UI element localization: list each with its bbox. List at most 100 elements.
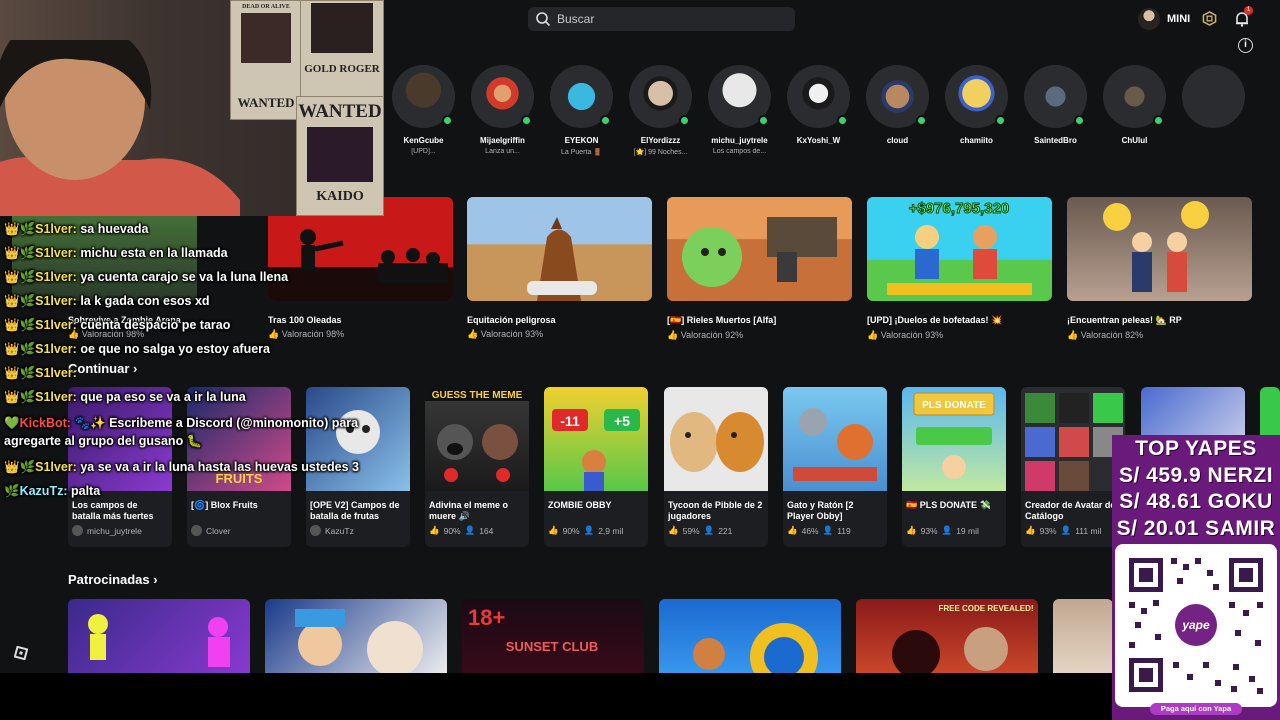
friend-avatar[interactable]: [1182, 65, 1245, 128]
avatar[interactable]: [1138, 8, 1160, 30]
friend-item[interactable]: ElYordizzz [🌟] 99 Noches...: [621, 65, 700, 156]
thumbnail-art: GUESS THE MEME: [425, 387, 529, 482]
friend-item[interactable]: SaintedBro: [1016, 65, 1095, 156]
sponsored-tile[interactable]: 18+ SUNSET CLUB: [462, 599, 644, 679]
game-thumbnail[interactable]: [667, 197, 852, 301]
friend-avatar[interactable]: [629, 65, 692, 128]
thumbs-up-icon: 👍: [667, 330, 679, 340]
qr-code: yape: [1115, 544, 1277, 707]
game-tile[interactable]: [🇪🇸] Rieles Muertos [Alfa] 👍 Valoración …: [667, 197, 852, 341]
online-indicator: [521, 115, 532, 126]
section-title-text: Continuar: [68, 361, 130, 376]
game-tile[interactable]: Equitación peligrosa 👍 Valoración 93%: [467, 197, 652, 340]
info-icon[interactable]: i: [1238, 38, 1253, 53]
chat-username: S1lver:: [35, 460, 77, 474]
game-thumbnail[interactable]: [467, 197, 652, 301]
friend-item[interactable]: KxYoshi_W: [779, 65, 858, 156]
roblox-logo-icon[interactable]: [14, 646, 28, 660]
game-thumbnail[interactable]: [1067, 197, 1252, 301]
thumbs-up-icon: 👍: [268, 329, 280, 339]
sponsored-tile[interactable]: [1053, 599, 1113, 679]
game-thumbnail[interactable]: [1021, 387, 1125, 491]
chat-message: 👑🌿S1lver: sa huevada: [4, 222, 148, 237]
game-thumbnail[interactable]: +$976,795,320: [867, 197, 1052, 301]
game-thumbnail[interactable]: [783, 387, 887, 491]
continue-game-tile[interactable]: -11 +5 ZOMBIE OBBY 👍 90% 👤 2,9 mil: [544, 387, 648, 547]
game-thumbnail[interactable]: -11 +5: [544, 387, 648, 491]
donation-entry: S/ 48.61 GOKU: [1119, 490, 1273, 513]
game-rating: 👍 Valoración 93%: [467, 329, 652, 340]
pay-button[interactable]: Paga aquí con Yapa: [1150, 703, 1242, 715]
continue-game-tile[interactable]: Creador de Avatar de Catálogo 👍 93% 👤 111 m…: [1021, 387, 1125, 547]
game-thumbnail[interactable]: [306, 387, 410, 491]
friend-avatar[interactable]: [787, 65, 850, 128]
game-tile[interactable]: Tras 100 Oleadas 👍 Valoración 98%: [268, 197, 453, 340]
game-thumbnail[interactable]: [664, 387, 768, 491]
game-tile[interactable]: +$976,795,320 [UPD] ¡Duelos de bofetadas…: [867, 197, 1052, 341]
creator-name: michu_juytrele: [87, 525, 142, 536]
sponsored-tile[interactable]: [265, 599, 447, 679]
friend-avatar[interactable]: [945, 65, 1008, 128]
thumbnail-art: [336, 410, 380, 454]
friend-item[interactable]: [1174, 65, 1253, 156]
thumbnail-art: +$976,795,320: [887, 200, 1032, 295]
search-bar[interactable]: [528, 7, 795, 31]
friend-status: [UPD]...: [411, 148, 436, 155]
creator-name: Clover: [206, 525, 231, 536]
thumbnail-label: PLS DONATE: [922, 400, 986, 411]
friend-avatar[interactable]: [550, 65, 613, 128]
poster-portrait: [311, 3, 373, 53]
players-icon: 👤: [703, 525, 715, 535]
friend-item[interactable]: chamiito: [937, 65, 1016, 156]
sponsored-tile[interactable]: [659, 599, 841, 679]
friend-item[interactable]: Mijaelgriffin Lanza un...: [463, 65, 542, 156]
friend-avatar[interactable]: [866, 65, 929, 128]
game-title: 🇪🇸 PLS DONATE 💸: [906, 500, 991, 510]
game-thumbnail[interactable]: GUESS THE MEME: [425, 387, 529, 491]
chat-text: palta: [70, 484, 101, 498]
chat-text: que pa eso se va a ir la luna: [80, 390, 246, 404]
robux-icon[interactable]: [1202, 11, 1217, 26]
thumbnail-art: PLS DONATE: [913, 392, 995, 479]
poster-text: WANTED: [237, 95, 295, 110]
chat-text: cuenta despacio pe tarao: [80, 318, 231, 332]
friend-item[interactable]: cloud: [858, 65, 937, 156]
friend-item[interactable]: KenGcube [UPD]...: [384, 65, 463, 156]
friend-item[interactable]: ChUlul: [1095, 65, 1174, 156]
friend-avatar[interactable]: [1103, 65, 1166, 128]
game-thumbnail[interactable]: PLS DONATE: [902, 387, 1006, 491]
friend-avatar[interactable]: [1024, 65, 1087, 128]
chat-badge: 👑🌿: [4, 342, 36, 356]
user-menu[interactable]: MINI: [1138, 8, 1190, 30]
sponsored-section-title[interactable]: Patrocinadas ›: [68, 572, 158, 587]
sponsored-tile[interactable]: [68, 599, 250, 679]
chat-message: 👑🌿S1lver: oe que no salga yo estoy afuer…: [4, 342, 270, 357]
friend-name: KenGcube: [403, 136, 444, 145]
chat-message: 👑🌿S1lver: ya cuenta carajo se va la luna…: [4, 270, 288, 285]
continue-game-tile[interactable]: Tycoon de Pibble de 2 jugadores 👍 59% 👤 221: [664, 387, 768, 547]
friend-avatar[interactable]: [392, 65, 455, 128]
sponsored-tile[interactable]: FREE CODE REVEALED!: [856, 599, 1038, 679]
search-input[interactable]: [557, 12, 787, 26]
thumbs-up-icon: 👍: [467, 329, 479, 339]
game-title: [🌀] Blox Fruits: [191, 500, 258, 510]
game-title: Tras 100 Oleadas: [268, 315, 342, 325]
online-indicator: [758, 115, 769, 126]
chat-badge: 👑🌿: [4, 390, 36, 404]
continue-game-tile[interactable]: PLS DONATE 🇪🇸 PLS DONATE 💸 👍 93% 👤 19 mil: [902, 387, 1006, 547]
continue-game-tile[interactable]: Gato y Ratón [2 Player Obby] 👍 46% 👤 119: [783, 387, 887, 547]
friend-avatar[interactable]: [471, 65, 534, 128]
friend-item[interactable]: EYEKON La Puerta 🚪: [542, 65, 621, 156]
continue-game-tile[interactable]: GUESS THE MEME Adivina el meme o muere 🔊…: [425, 387, 529, 547]
players-icon: 👤: [941, 525, 953, 535]
players-icon: 👤: [464, 525, 476, 535]
game-tile[interactable]: ¡Encuentran peleas! 🏡 RP 👍 Valoración 82…: [1067, 197, 1252, 341]
friend-item[interactable]: michu_juytrele Los campos de...: [700, 65, 779, 156]
game-title: [🇪🇸] Rieles Muertos [Alfa]: [667, 315, 777, 325]
continue-section-title[interactable]: Continuar ›: [68, 361, 137, 376]
thumbnail-art: [793, 408, 877, 481]
friend-name: SaintedBro: [1034, 136, 1077, 145]
friend-avatar[interactable]: [708, 65, 771, 128]
thumbnail-art: [88, 614, 230, 667]
poster-portrait: [241, 13, 291, 63]
